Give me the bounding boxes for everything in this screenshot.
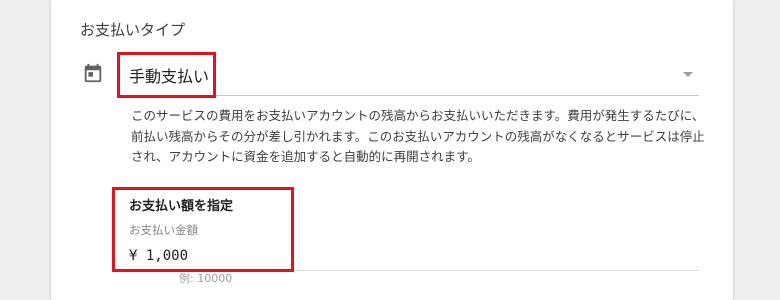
payment-type-description: このサービスの費用をお支払いアカウントの残高からお支払いいただきます。費用が発生… xyxy=(131,108,705,164)
amount-heading: お支払い額を指定 xyxy=(129,199,234,214)
calendar-icon xyxy=(82,62,104,84)
amount-input[interactable] xyxy=(129,244,429,268)
payment-amount-section: お支払い額を指定 お支払い金額 xyxy=(129,195,699,271)
payment-type-value: 手動支払い xyxy=(129,67,210,86)
dropdown-arrow-icon[interactable] xyxy=(683,72,693,77)
payment-type-select[interactable]: 手動支払い xyxy=(123,55,699,96)
amount-input-row xyxy=(129,244,699,271)
section-title: お支払いタイプ xyxy=(80,21,186,39)
amount-field-label: お支払い金額 xyxy=(129,223,198,237)
amount-example-hint: 例: 10000 xyxy=(179,272,233,285)
payment-settings-card: お支払いタイプ 手動支払い このサービスの費用をお支払いアカウントの残高からお支… xyxy=(50,0,734,300)
